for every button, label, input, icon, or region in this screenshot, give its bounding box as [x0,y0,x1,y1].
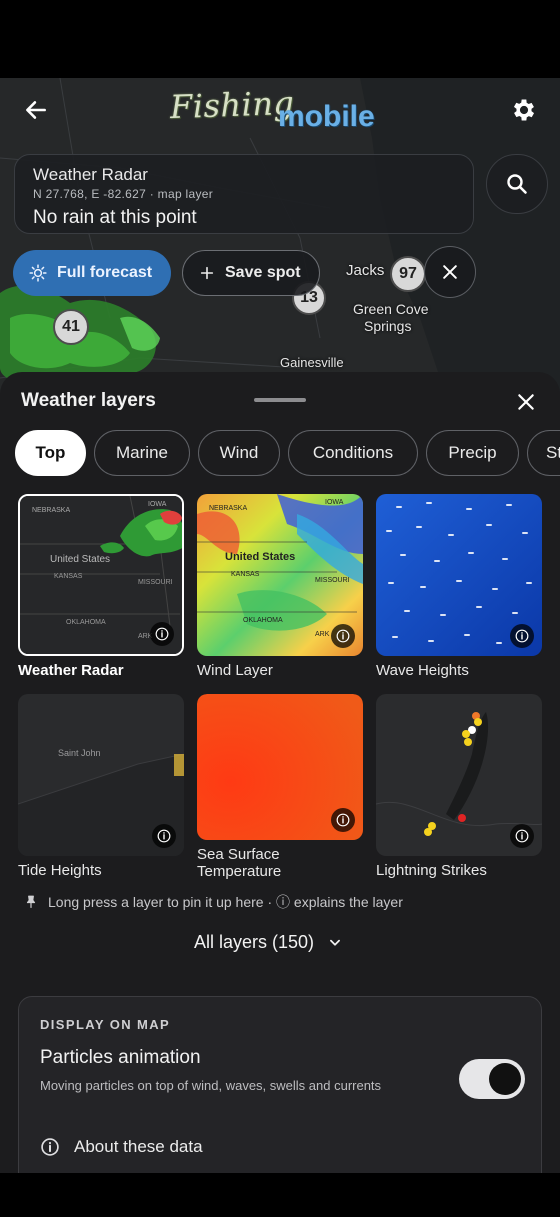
layer-thumbnail [197,694,363,856]
display-caption: DISPLAY ON MAP [40,1017,171,1032]
sun-icon [29,264,47,282]
plus-icon [200,266,214,280]
chevron-down-icon [330,939,341,946]
particles-title: Particles animation [40,1047,201,1068]
map-text: IOWA [148,501,167,508]
layer-thumbnail [376,494,542,656]
app-bar: Fishing mobile [0,78,560,142]
layer-category-tabs: Top Marine Wind Conditions Precip St [14,430,560,476]
about-data-label: About these data [74,1137,203,1156]
close-icon [443,265,457,279]
tab-precip[interactable]: Precip [426,430,519,476]
particles-description: Moving particles on top of wind, waves, … [40,1078,382,1093]
sheet-close-button[interactable] [514,390,538,414]
close-icon [518,394,534,410]
layer-thumbnail [376,694,542,856]
info-icon[interactable] [152,824,176,848]
save-spot-button[interactable]: Save spot [182,250,320,296]
map-text: IOWA [325,499,344,506]
map-text: United States [225,551,295,563]
highway-shield-41: 41 [53,309,89,345]
info-icon [41,1138,59,1156]
pin-hint-text: Long press a layer to pin it up here · ⓘ… [48,894,403,910]
layer-name: Weather Radar [18,662,124,679]
layer-thumbnail: NEBRASKA IOWA United States KANSAS MISSO… [197,494,363,656]
point-info-title: Weather Radar [33,165,148,184]
settings-button[interactable] [506,92,542,128]
layer-name: Lightning Strikes [376,862,487,879]
layer-name: Wind Layer [197,662,273,679]
info-icon[interactable] [150,622,174,646]
search-icon [507,174,527,194]
highway-shield-97: 97 [390,256,426,292]
weather-layers-sheet: Weather layers Top Marine Wind Condition… [0,372,560,1173]
app-logo: Fishing mobile [168,84,398,138]
layer-card-tide-heights[interactable]: Saint John Tide Heights [18,694,184,879]
layer-thumbnail: Saint John [18,694,184,856]
tab-wind[interactable]: Wind [198,430,280,476]
point-coordinates: N 27.768, E -82.627 · map layer [33,187,214,201]
info-icon[interactable] [331,624,355,648]
full-forecast-label: Full forecast [57,264,153,281]
status-bar [0,0,560,78]
map-text: MISSOURI [138,579,173,586]
info-icon[interactable] [331,808,355,832]
map-text: MISSOURI [315,577,350,584]
pin-icon [26,895,36,908]
layer-card-lightning-strikes[interactable]: Lightning Strikes [376,694,542,879]
display-on-map-card: DISPLAY ON MAP Particles animation Movin… [18,996,542,1173]
map-text: NEBRASKA [209,505,247,512]
layer-card-sea-surface-temperature[interactable]: Sea Surface Temperature [197,694,363,880]
layer-name: Wave Heights [376,662,469,679]
map-text: ARK [315,631,330,638]
layer-card-wave-heights[interactable]: Wave Heights [376,494,542,679]
point-status: No rain at this point [33,207,197,228]
point-info-card[interactable]: Weather Radar N 27.768, E -82.627 · map … [14,154,474,234]
all-layers-label: All layers (150) [194,932,315,952]
sheet-drag-handle[interactable] [254,398,306,402]
map-label-green-cove: Green Cove [353,301,429,317]
particles-toggle[interactable] [459,1059,525,1099]
layer-card-wind[interactable]: NEBRASKA IOWA United States KANSAS MISSO… [197,494,363,679]
sheet-title: Weather layers [21,390,156,411]
map-text: United States [50,554,110,565]
full-forecast-button[interactable]: Full forecast [13,250,171,296]
logo-fishing-text: Fishing [169,83,295,127]
map-label-jacks: Jacks [346,262,385,279]
map-text: OKLAHOMA [66,619,106,626]
tab-conditions[interactable]: Conditions [288,430,418,476]
map-label-gainesville: Gainesville [280,355,344,370]
about-data-link[interactable]: About these data [40,1137,203,1157]
map-text: OKLAHOMA [243,617,283,624]
map-text: KANSAS [54,573,83,580]
layer-card-weather-radar[interactable]: NEBRASKA IOWA United States KANSAS MISSO… [18,494,184,679]
info-icon[interactable] [510,824,534,848]
map-text: NEBRASKA [32,507,70,514]
pin-hint: Long press a layer to pin it up here · ⓘ… [24,892,403,912]
system-nav-bar [0,1173,560,1217]
all-layers-button[interactable]: All layers (150) [194,932,342,953]
back-button[interactable] [18,92,54,128]
close-point-button[interactable] [424,246,476,298]
save-spot-label: Save spot [225,264,301,281]
logo-mobile-text: mobile [278,100,375,133]
toggle-knob [489,1063,521,1095]
map-label-springs: Springs [364,318,412,334]
map-text: Saint John [58,748,101,758]
layer-name: Tide Heights [18,862,102,879]
info-icon[interactable] [510,624,534,648]
tab-top[interactable]: Top [15,430,86,476]
tab-st[interactable]: St [527,430,560,476]
map-text: KANSAS [231,571,260,578]
gear-icon [513,99,535,121]
arrow-left-icon [26,101,46,119]
layer-thumbnail: NEBRASKA IOWA United States KANSAS MISSO… [18,494,184,656]
search-button[interactable] [486,154,548,214]
tab-marine[interactable]: Marine [94,430,190,476]
